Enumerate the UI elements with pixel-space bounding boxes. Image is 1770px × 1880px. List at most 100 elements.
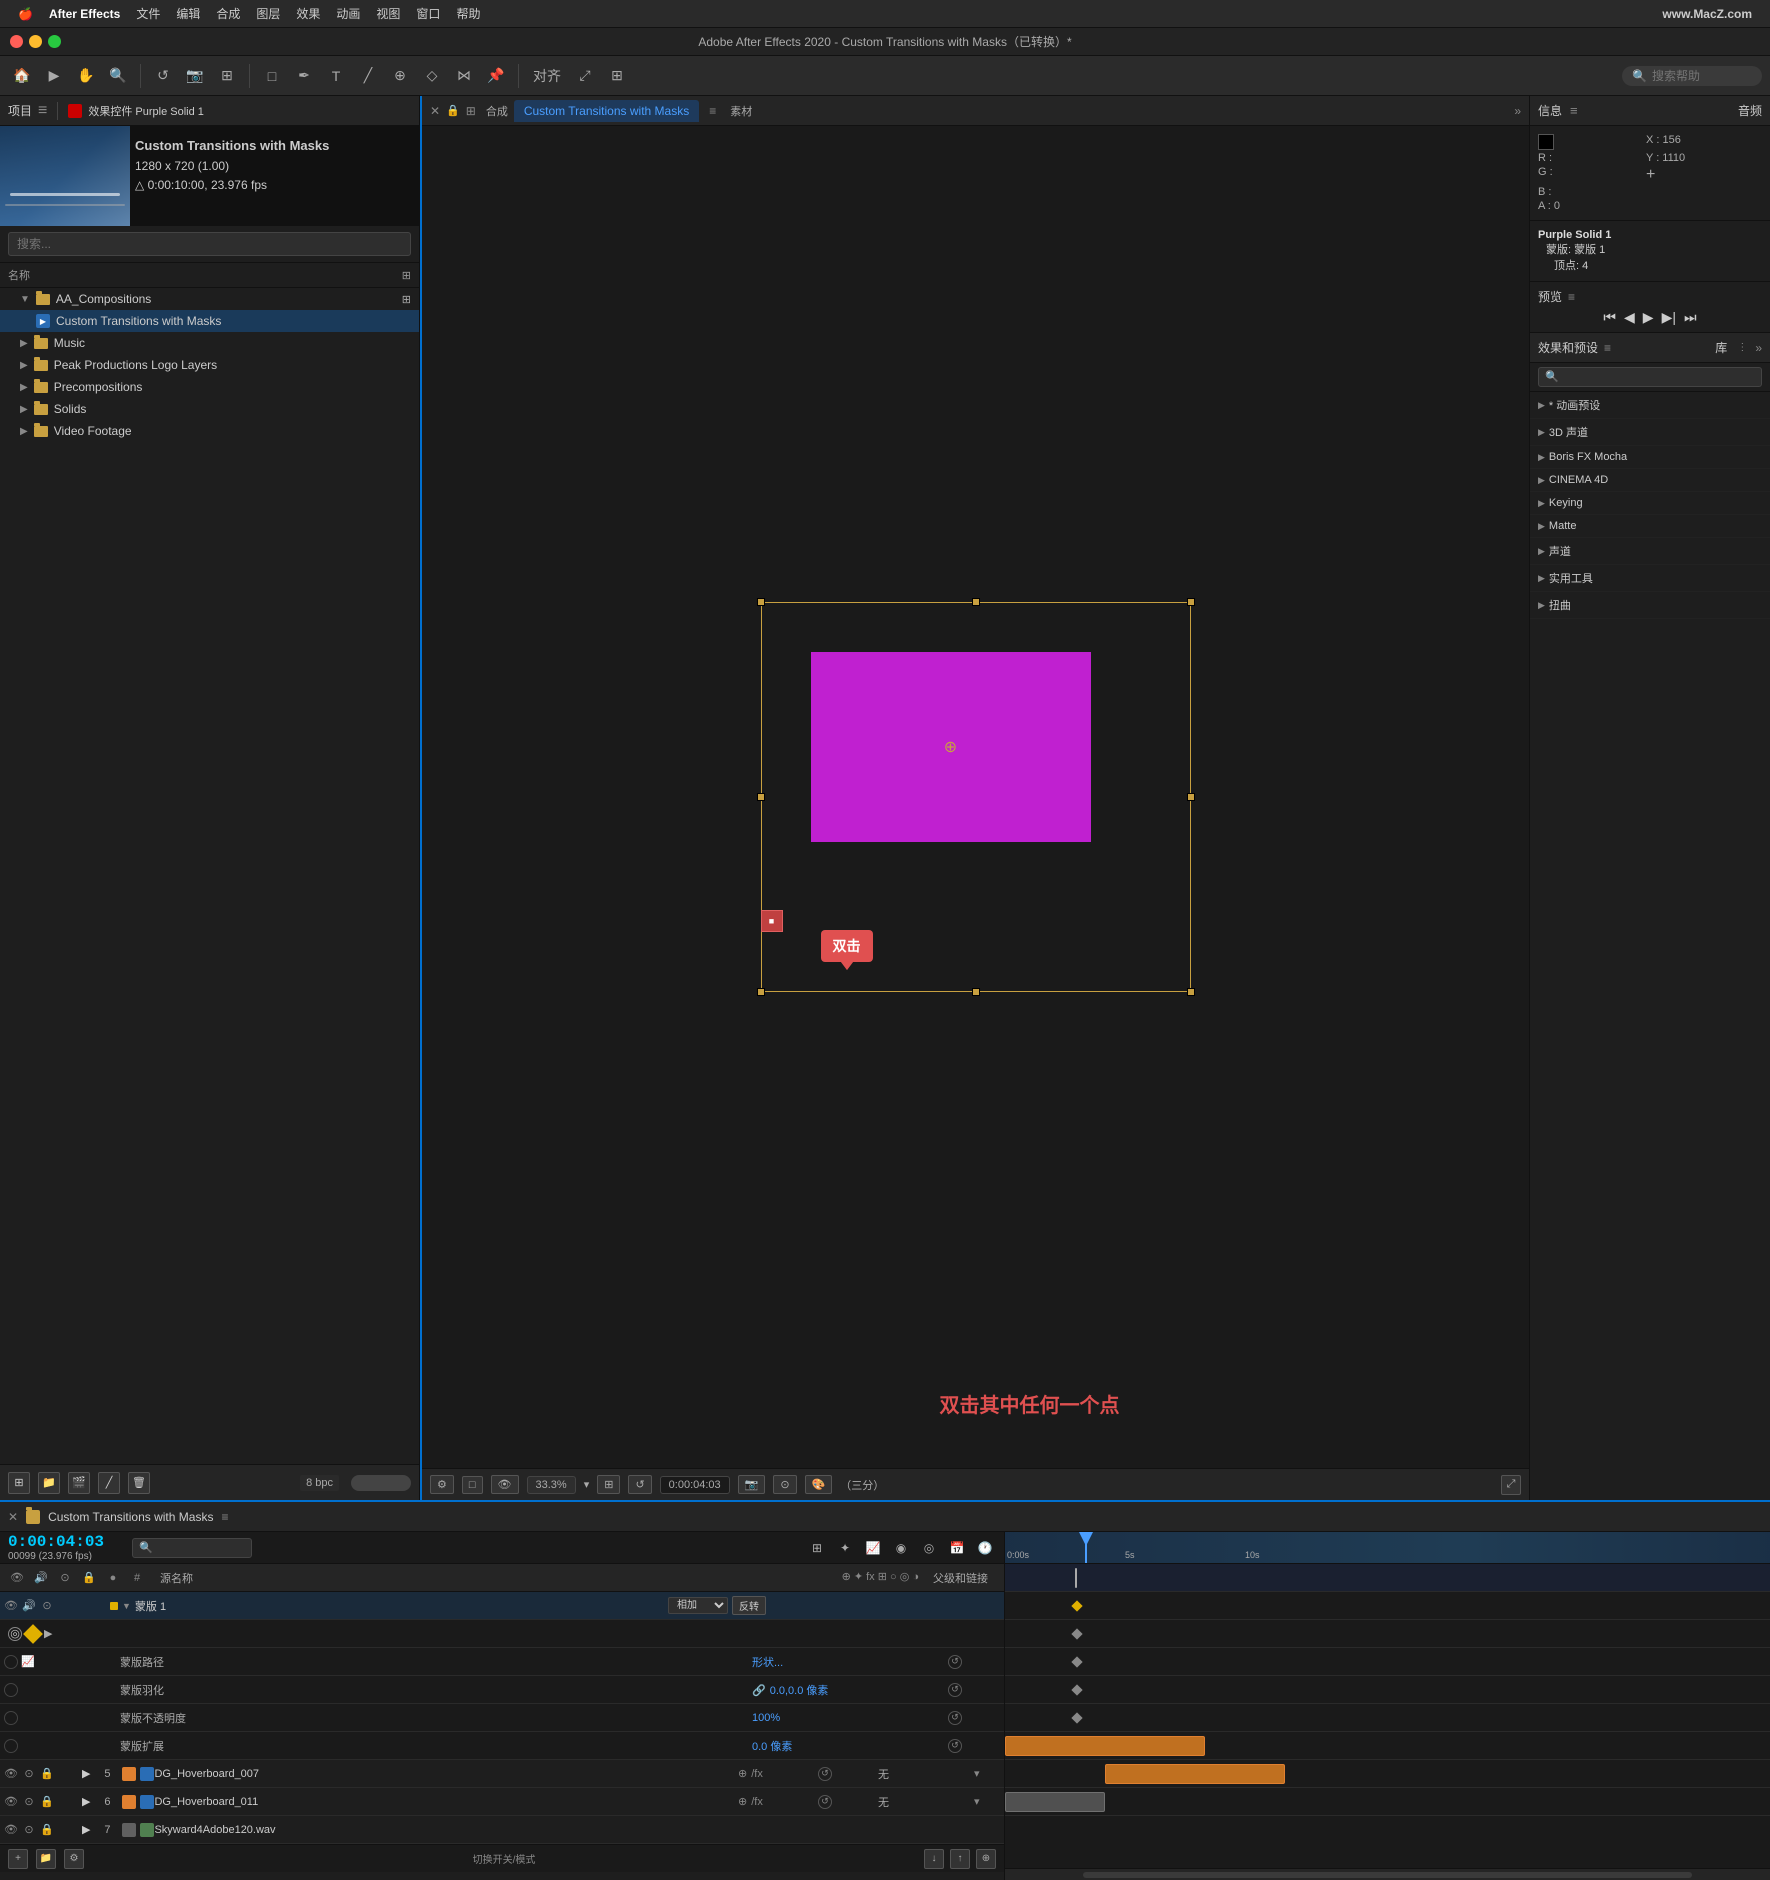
tl-solo-icon[interactable]: ◎ xyxy=(918,1537,940,1559)
mask-feather-value[interactable]: 🔗0.0,0.0 像素 xyxy=(744,1682,944,1698)
tree-arrow-music[interactable]: ▶ xyxy=(20,338,28,349)
effect-keying[interactable]: ▶ Keying xyxy=(1530,492,1770,515)
kf-diamond-1[interactable] xyxy=(1071,1600,1082,1611)
lock-icon[interactable]: 🔒 xyxy=(446,104,460,117)
tree-solids[interactable]: ▶ Solids xyxy=(0,398,419,420)
layer7-clip[interactable] xyxy=(1005,1792,1105,1812)
layer5-parent[interactable]: 无 xyxy=(874,1766,974,1782)
comp-menu-icon[interactable]: ≡ xyxy=(709,104,716,118)
effect-utility[interactable]: ▶ 实用工具 xyxy=(1530,565,1770,592)
menu-layer[interactable]: 图层 xyxy=(248,5,288,22)
project-search-input[interactable] xyxy=(8,232,411,256)
menu-animation[interactable]: 动画 xyxy=(328,5,368,22)
rotate-tool[interactable]: ↺ xyxy=(149,62,177,90)
invert-button[interactable]: 反转 xyxy=(732,1596,766,1615)
tl-folder-btn[interactable]: 📁 xyxy=(36,1849,56,1869)
layer5-expand-arrow[interactable]: ▶ xyxy=(80,1767,92,1780)
tree-arrow-solids[interactable]: ▶ xyxy=(20,404,28,415)
rect-tool[interactable]: □ xyxy=(258,62,286,90)
viewer-layout-btn[interactable]: ⊞ xyxy=(597,1475,620,1494)
prev-back-btn[interactable]: ◀ xyxy=(1624,309,1635,326)
delete-button[interactable]: 🗑 xyxy=(128,1472,150,1494)
preview-menu-icon[interactable]: ≡ xyxy=(1568,290,1575,304)
tree-aa-compositions[interactable]: ▼ AA_Compositions ⊞ xyxy=(0,288,419,310)
mask-handle-tr[interactable] xyxy=(1187,598,1195,606)
solo-ctrl-icon[interactable]: ⊙ xyxy=(56,1569,74,1587)
tree-music[interactable]: ▶ Music xyxy=(0,332,419,354)
tree-arrow-precomps[interactable]: ▶ xyxy=(20,382,28,393)
mask-handle-ml[interactable] xyxy=(757,793,765,801)
panel-menu-icon[interactable]: ≡ xyxy=(38,102,47,120)
zoom-tool[interactable]: 🔍 xyxy=(104,62,132,90)
viewer-color-btn[interactable]: 🎨 xyxy=(805,1475,833,1494)
lock-ctrl-icon[interactable]: 🔒 xyxy=(80,1569,98,1587)
mask-expand-cycle-icon[interactable]: ↺ xyxy=(948,1739,962,1753)
prev-first-btn[interactable]: ⏮ xyxy=(1603,309,1616,326)
menu-file[interactable]: 文件 xyxy=(128,5,168,22)
info-menu-icon[interactable]: ≡ xyxy=(1570,103,1578,118)
layer5-lock-btn[interactable]: 🔒 xyxy=(40,1767,54,1781)
effect-cinema4d[interactable]: ▶ CINEMA 4D xyxy=(1530,469,1770,492)
prev-play-btn[interactable]: ▶ xyxy=(1643,309,1654,326)
mask-path-cycle-icon[interactable]: ↺ xyxy=(948,1655,962,1669)
layer5-cycle-icon[interactable]: ↺ xyxy=(818,1767,832,1781)
tree-custom-transitions[interactable]: ▶ Custom Transitions with Masks xyxy=(0,310,419,332)
hand-tool[interactable]: ✋ xyxy=(72,62,100,90)
col-sort-icon[interactable]: ⊞ xyxy=(402,269,411,282)
layer5-fx-icon[interactable]: /fx xyxy=(751,1768,763,1780)
expand-arrow[interactable]: ▼ xyxy=(20,294,30,305)
effects-expand-icon[interactable]: » xyxy=(1755,341,1762,355)
menu-edit[interactable]: 编辑 xyxy=(168,5,208,22)
tl-calendar-icon[interactable]: 📅 xyxy=(946,1537,968,1559)
tl-comp-icon[interactable]: ⊞ xyxy=(806,1537,828,1559)
text-tool[interactable]: T xyxy=(322,62,350,90)
num-ctrl-icon[interactable]: # xyxy=(128,1569,146,1587)
home-icon[interactable]: 🏠 xyxy=(8,62,36,90)
layer7-solo-btn[interactable]: ⊙ xyxy=(22,1823,36,1837)
mask-opacity-cycle-icon[interactable]: ↺ xyxy=(948,1711,962,1725)
mask-handle-br[interactable] xyxy=(1187,988,1195,996)
puppet-tool[interactable]: ⋈ xyxy=(450,62,478,90)
expand-icon[interactable]: ⤢ xyxy=(571,62,599,90)
new-comp-button[interactable]: ⊞ xyxy=(8,1472,30,1494)
viewer-loop-btn[interactable]: ↺ xyxy=(628,1475,651,1494)
timeline-menu-icon[interactable]: ≡ xyxy=(221,1510,228,1524)
layer6-lock-btn[interactable]: 🔒 xyxy=(40,1795,54,1809)
time-code-display[interactable]: 0:00:04:03 xyxy=(8,1533,104,1551)
align-icon[interactable]: 对齐 xyxy=(527,62,567,90)
layer5-solo-btn[interactable]: ⊙ xyxy=(22,1767,36,1781)
effects-menu-icon[interactable]: ≡ xyxy=(1604,341,1611,355)
zoom-dropdown-icon[interactable]: ▾ xyxy=(584,1478,590,1491)
layer7-expand-arrow[interactable]: ▶ xyxy=(80,1823,92,1836)
camera-tool[interactable]: 📷 xyxy=(181,62,209,90)
search-input[interactable] xyxy=(1652,69,1752,83)
kf-path-1[interactable] xyxy=(1071,1628,1082,1639)
viewer-snapshot-btn[interactable]: 📷 xyxy=(738,1475,766,1494)
close-button[interactable] xyxy=(10,35,23,48)
toolbar-search[interactable]: 🔍 xyxy=(1622,66,1762,86)
tl-add-btn[interactable]: + xyxy=(8,1849,28,1869)
tl-motion-icon[interactable]: ✦ xyxy=(834,1537,856,1559)
menu-compose[interactable]: 合成 xyxy=(208,5,248,22)
effect-animation-presets[interactable]: ▶ * 动画预设 xyxy=(1530,392,1770,419)
effect-channel[interactable]: ▶ 声道 xyxy=(1530,538,1770,565)
tl-blend-icon[interactable]: ◉ xyxy=(890,1537,912,1559)
layer6-expand-arrow[interactable]: ▶ xyxy=(80,1795,92,1808)
new-folder-button[interactable]: 📁 xyxy=(38,1472,60,1494)
tree-peak[interactable]: ▶ Peak Productions Logo Layers xyxy=(0,354,419,376)
layer6-eye-btn[interactable]: 👁 xyxy=(4,1795,18,1809)
effect-3d-channel[interactable]: ▶ 3D 声道 xyxy=(1530,419,1770,446)
minimize-button[interactable] xyxy=(29,35,42,48)
timeline-search-input[interactable] xyxy=(132,1538,252,1558)
pen-tool[interactable]: ✒ xyxy=(290,62,318,90)
effect-distort[interactable]: ▶ 扭曲 xyxy=(1530,592,1770,619)
mask-handle-mr[interactable] xyxy=(1187,793,1195,801)
label-ctrl-icon[interactable]: ● xyxy=(104,1569,122,1587)
pin-tool[interactable]: 📌 xyxy=(482,62,510,90)
effect-matte[interactable]: ▶ Matte xyxy=(1530,515,1770,538)
bit-depth-slider[interactable] xyxy=(351,1475,411,1491)
viewer-render-btn[interactable]: □ xyxy=(462,1476,483,1494)
eye-ctrl-icon[interactable]: 👁 xyxy=(8,1569,26,1587)
brush-bottom-btn[interactable]: ╱ xyxy=(98,1472,120,1494)
mask-expand-timer-icon[interactable] xyxy=(4,1739,18,1753)
